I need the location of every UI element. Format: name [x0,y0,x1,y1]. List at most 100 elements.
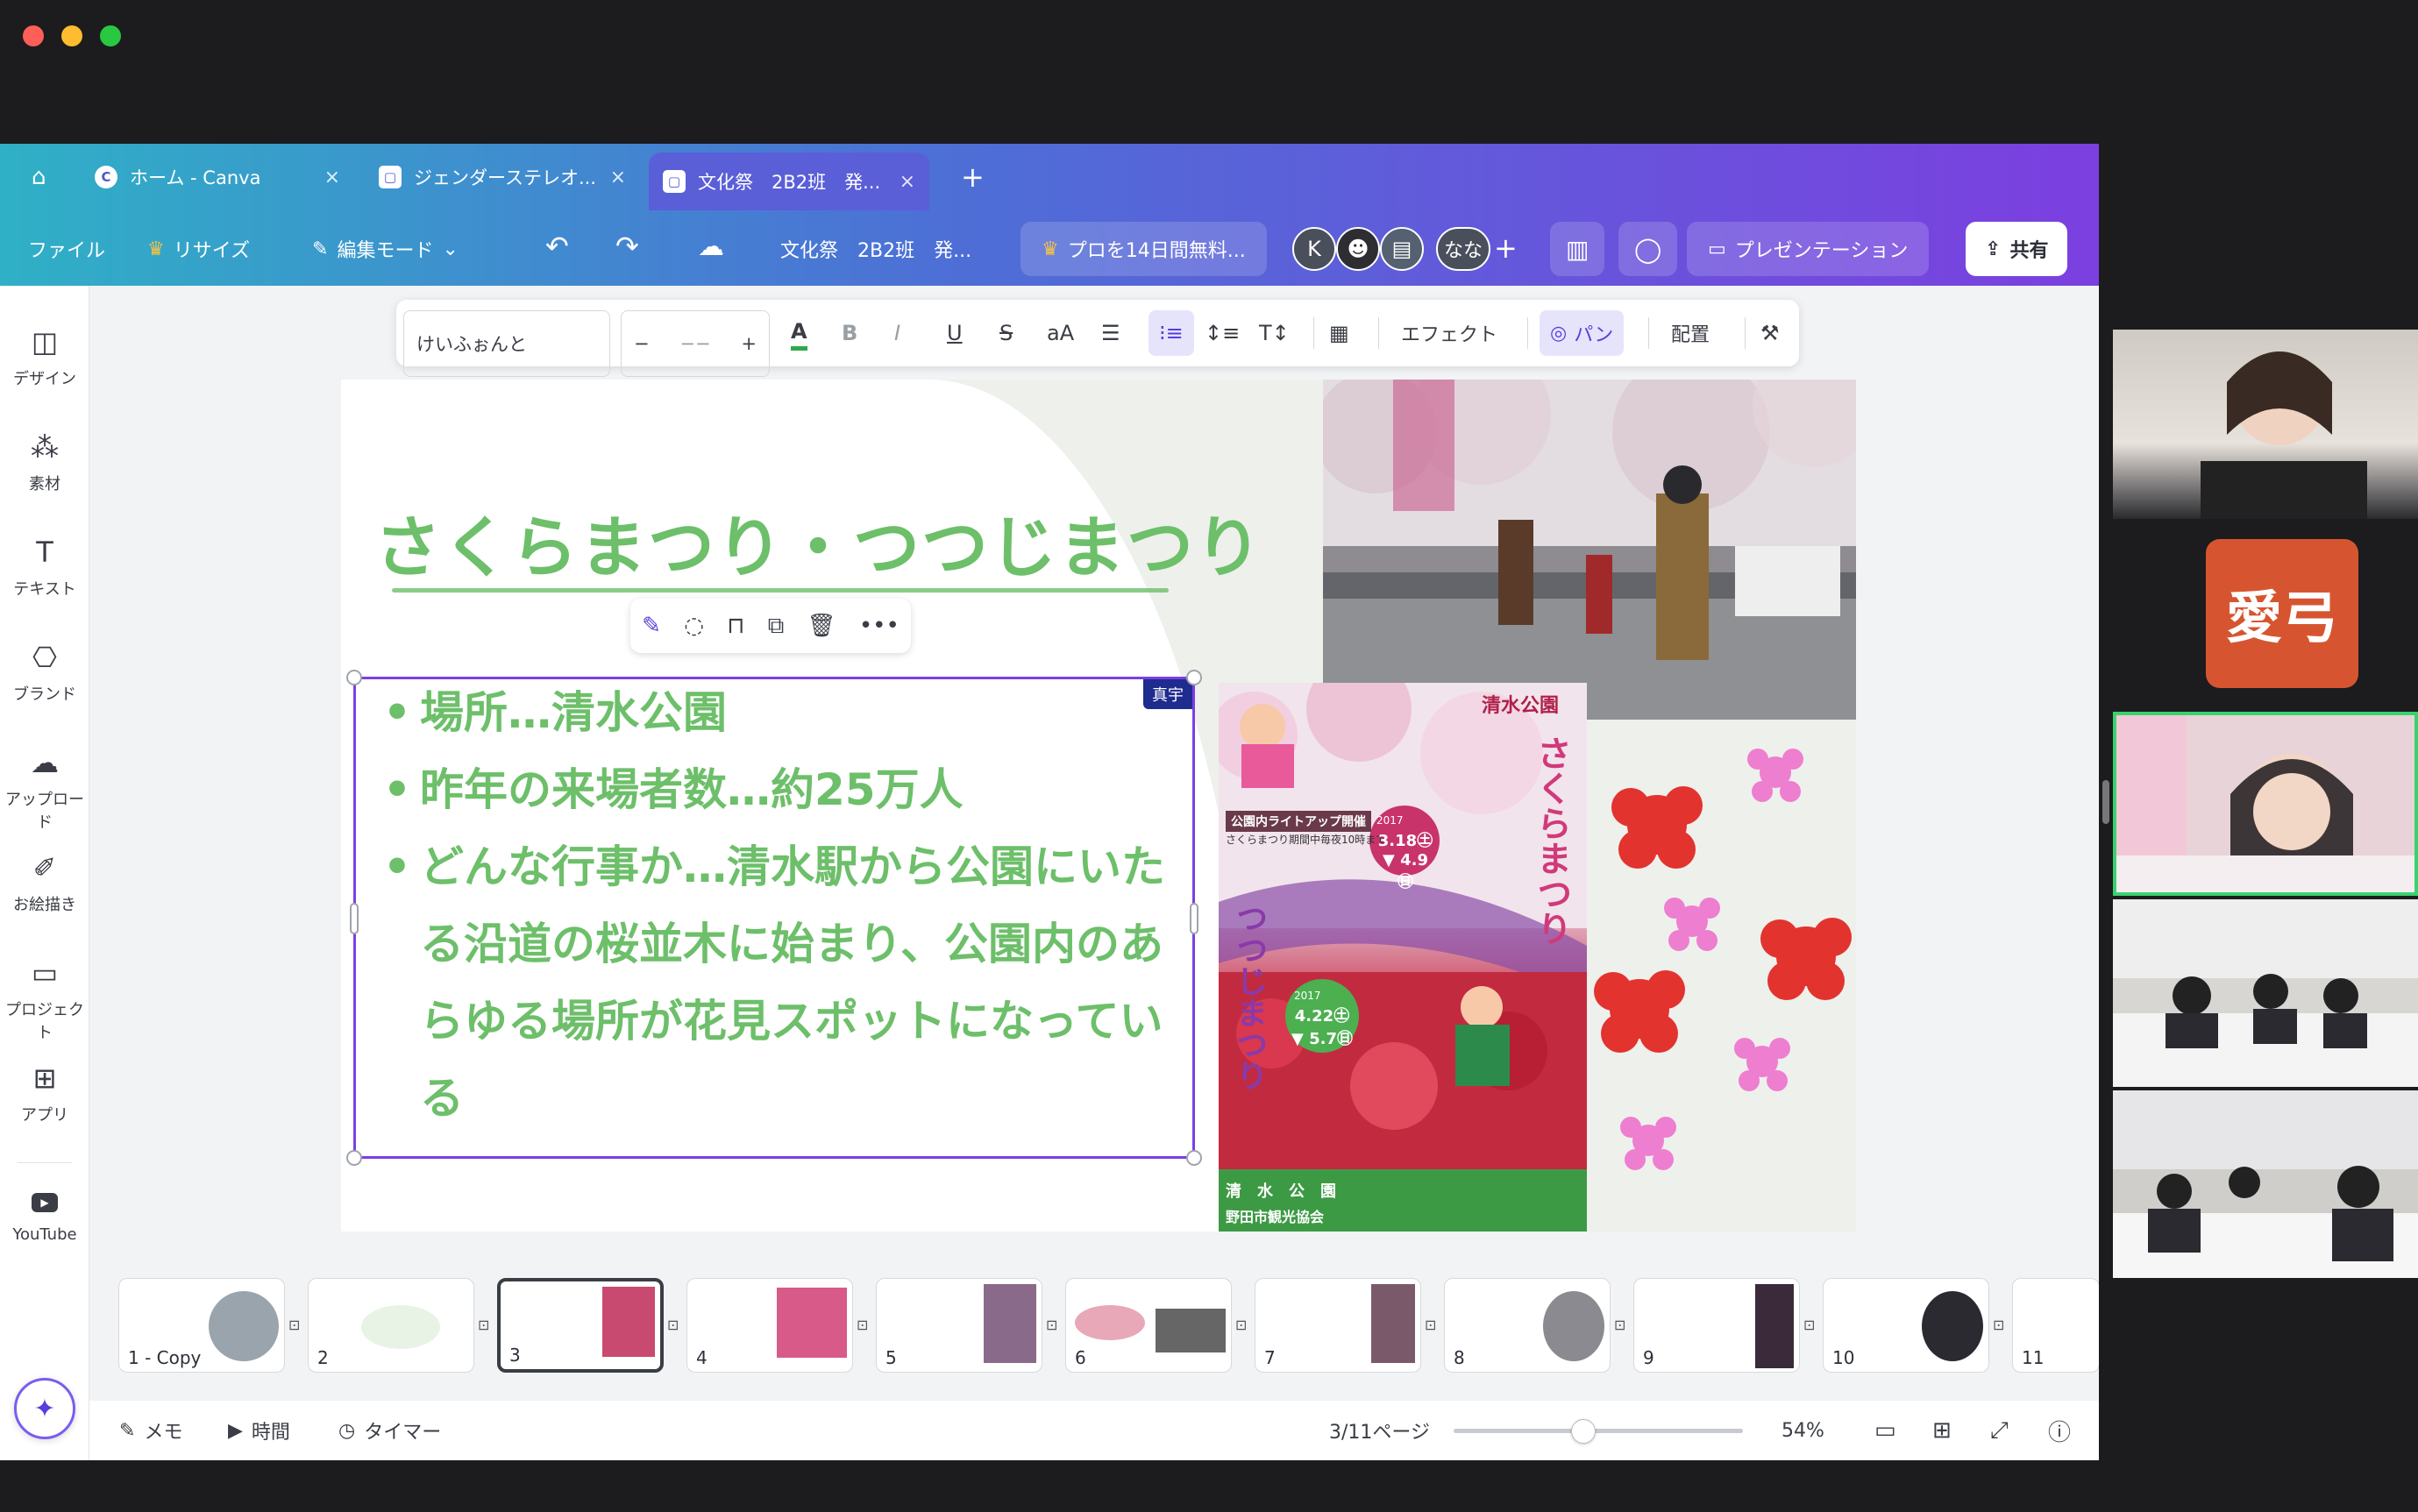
home-tab-button[interactable]: ⌂ [18,153,70,202]
resize-handle[interactable] [346,1150,362,1166]
strikethrough-button[interactable]: S [999,300,1013,366]
avatar[interactable]: K [1292,227,1336,271]
tab-bunkasai[interactable]: ▢ 文化祭 2B2班 発... × [649,153,929,210]
tab-gender[interactable]: ▢ ジェンダーステレオ... × [365,153,640,202]
notes-button[interactable]: ✎ メモ [119,1401,182,1460]
close-tab-icon[interactable]: × [324,167,340,188]
sidebar-item-youtube[interactable]: ▶ YouTube [0,1183,89,1244]
thumbnail-page-2[interactable]: 2 [308,1278,474,1373]
edit-mode-dropdown[interactable]: ✎ 編集モード ⌄ [312,235,459,263]
transparency-button[interactable]: ▦ [1329,300,1349,366]
pro-trial-button[interactable]: ♛ プロを14日間無料... [1021,222,1267,276]
transition-icon[interactable]: ⊡ [1614,1317,1632,1334]
sidebar-item-elements[interactable]: ⁂ 素材 [0,429,89,494]
transition-icon[interactable]: ⊡ [1993,1317,2010,1334]
thumbnail-page-3[interactable]: 3 [497,1278,664,1373]
avatar-photo[interactable]: ▤ [1380,227,1424,271]
font-size-value[interactable]: −− [679,333,710,354]
bullet-list-button[interactable]: ⁝≡ [1149,310,1194,356]
more-options-icon[interactable]: ••• [859,613,900,639]
thumbnail-page-8[interactable]: 8 [1444,1278,1611,1373]
festival-parade-photo[interactable] [1323,380,1856,720]
video-tile[interactable] [2113,899,2418,1087]
new-tab-button[interactable]: + [947,153,999,202]
transition-icon[interactable]: ⊡ [478,1317,495,1334]
add-collaborator-button[interactable]: + [1494,231,1518,265]
transition-icon[interactable]: ⊡ [1425,1317,1442,1334]
vertical-text-button[interactable]: T↕ [1259,300,1290,366]
azalea-flowers-graphic[interactable] [1587,720,1856,1232]
sidebar-item-projects[interactable]: ▭ プロジェクト [0,955,89,1043]
video-tile[interactable] [2113,330,2418,519]
duration-button[interactable]: ▶ 時間 [228,1401,290,1460]
lock-icon[interactable]: ⊓ [727,613,744,639]
close-tab-icon[interactable]: × [900,171,915,193]
align-button[interactable]: ☰ [1101,300,1120,366]
file-menu[interactable]: ファイル [28,235,105,263]
sidebar-item-text[interactable]: T テキスト [0,535,89,600]
zoom-slider-handle[interactable] [1571,1419,1596,1444]
font-family-dropdown[interactable]: けいふぉんと [403,310,610,377]
redo-button[interactable]: ↷ [615,230,639,263]
present-button[interactable]: ▭ プレゼンテーション [1687,222,1930,276]
bold-button[interactable]: B [842,300,857,366]
minimize-window-button[interactable] [61,25,82,46]
zoom-window-button[interactable] [100,25,121,46]
avatar[interactable]: なな [1436,227,1490,271]
resize-handle[interactable] [1186,1150,1202,1166]
list-item[interactable]: 昨年の来場者数…約25万人 [383,751,1198,828]
spacing-button[interactable]: ↕≡ [1205,300,1240,366]
fullscreen-button[interactable]: ⤢ [1990,1401,2009,1460]
sidebar-item-design[interactable]: ◫ デザイン [0,324,89,389]
magic-edit-icon[interactable]: ✎ [642,613,661,639]
slide-canvas[interactable]: さくらまつり・つつじまつり 清水公園 さくらまつり つつじまつり 公園内ライトア… [341,380,1856,1232]
panel-resize-grip[interactable] [2102,780,2109,824]
timer-button[interactable]: ◷ タイマー [338,1401,441,1460]
zoom-slider[interactable] [1454,1429,1743,1433]
grid-view-button[interactable]: ⊞ [1932,1401,1952,1460]
animate-button[interactable]: ◎ パン [1540,310,1625,356]
comments-button[interactable]: ◯ [1618,222,1678,276]
comment-icon[interactable]: ◌ [684,613,704,639]
increase-size-button[interactable]: + [741,333,757,354]
font-size-stepper[interactable]: − −− + [621,310,770,377]
festival-poster[interactable]: 清水公園 さくらまつり つつじまつり 公園内ライトアップ開催 さくらまつり期間中… [1219,683,1587,1232]
tab-home-canva[interactable]: C ホーム - Canva × [81,153,354,202]
transition-icon[interactable]: ⊡ [857,1317,874,1334]
document-title[interactable]: 文化祭 2B2班 発... [780,235,971,263]
title-underline[interactable] [392,588,1169,593]
slide-title[interactable]: さくらまつり・つつじまつり [374,493,1263,590]
transition-icon[interactable]: ⊡ [1235,1317,1253,1334]
duplicate-icon[interactable]: ⧉ [768,613,785,640]
sidebar-item-upload[interactable]: ☁ アップロード [0,745,89,833]
trash-icon[interactable]: 🗑 [807,613,836,639]
page-indicator[interactable]: 3/11ページ [1329,1401,1430,1460]
thumbnail-page-5[interactable]: 5 [876,1278,1042,1373]
video-tile-active-speaker[interactable] [2113,712,2418,896]
view-single-button[interactable]: ▭ [1874,1401,1896,1460]
cloud-save-status[interactable]: ☁ [698,231,724,262]
copy-style-button[interactable]: ⚒ [1760,300,1780,366]
thumbnail-page-11[interactable]: 11 [2012,1278,2099,1373]
bullet-list[interactable]: 場所…清水公園 昨年の来場者数…約25万人 どんな行事か…清水駅から公園にいたる… [383,674,1198,1137]
insights-button[interactable]: ▥ [1550,222,1605,276]
thumbnail-page-4[interactable]: 4 [686,1278,853,1373]
participant-name-tile[interactable]: 愛弓 [2206,539,2358,688]
sidebar-item-draw[interactable]: ✐ お絵描き [0,850,89,915]
sidebar-item-brand[interactable]: ⎔ ブランド [0,640,89,705]
text-color-button[interactable]: A [791,316,807,351]
thumbnail-page-7[interactable]: 7 [1255,1278,1421,1373]
list-item[interactable]: 場所…清水公園 [383,674,1198,751]
transition-icon[interactable]: ⊡ [1046,1317,1063,1334]
transition-icon[interactable]: ⊡ [1803,1317,1821,1334]
close-tab-icon[interactable]: × [610,167,626,188]
underline-button[interactable]: U [947,300,963,366]
close-window-button[interactable] [23,25,44,46]
resize-button[interactable]: ♛ リサイズ [147,235,250,263]
resize-handle[interactable] [346,670,362,685]
thumbnail-page-1[interactable]: 1 - Copy [118,1278,285,1373]
magic-assistant-button[interactable]: ✦ [14,1378,75,1439]
list-item[interactable]: どんな行事か…清水駅から公園にいたる沿道の桜並木に始まり、公園内のあらゆる場所が… [383,828,1198,1137]
letter-case-button[interactable]: aA [1047,300,1074,366]
video-tile[interactable] [2113,1090,2418,1278]
